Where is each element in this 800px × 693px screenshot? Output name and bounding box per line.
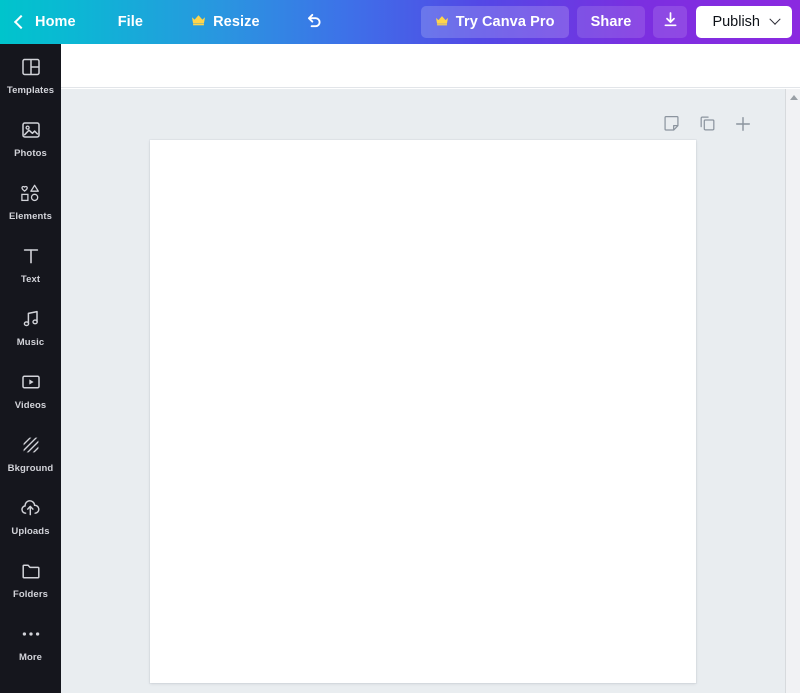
sidebar-item-label: Bkground xyxy=(7,463,54,475)
triangle-up-icon xyxy=(789,94,798,100)
uploads-icon xyxy=(19,496,42,520)
sidebar-item-label: Folders xyxy=(12,589,48,601)
home-button[interactable]: Home xyxy=(0,6,88,38)
header-right-group: Try Canva Pro Share Publish xyxy=(420,0,800,44)
plus-icon xyxy=(734,115,752,138)
chevron-left-icon xyxy=(13,14,29,30)
sidebar-item-photos[interactable]: Photos xyxy=(0,107,61,170)
chevron-down-icon xyxy=(769,13,781,25)
try-canva-pro-label: Try Canva Pro xyxy=(455,14,555,30)
add-note-button[interactable] xyxy=(658,113,684,139)
undo-icon xyxy=(304,10,324,35)
photos-icon xyxy=(20,118,42,142)
undo-button[interactable] xyxy=(296,6,332,38)
sidebar-item-videos[interactable]: Videos xyxy=(0,359,61,422)
file-menu-label: File xyxy=(117,14,144,30)
sidebar-item-text[interactable]: Text xyxy=(0,233,61,296)
sidebar-item-label: Text xyxy=(20,274,41,286)
add-page-button[interactable] xyxy=(730,113,756,139)
folders-icon xyxy=(20,559,42,583)
more-icon xyxy=(19,622,43,646)
try-canva-pro-button[interactable]: Try Canva Pro xyxy=(420,6,569,38)
workspace-scrollbar[interactable] xyxy=(785,89,800,693)
sidebar-item-label: Videos xyxy=(14,400,47,412)
publish-button[interactable]: Publish xyxy=(696,6,792,38)
sidebar-item-label: More xyxy=(18,652,43,664)
sidebar-item-label: Elements xyxy=(8,211,53,223)
text-icon xyxy=(20,244,42,268)
sidebar-item-music[interactable]: Music xyxy=(0,296,61,359)
left-sidebar: Templates Photos Elements Text Music Vid… xyxy=(0,44,61,693)
canva-editor-window: Home File Resize Try Canva Pro Share Pub… xyxy=(0,0,800,693)
resize-button-label: Resize xyxy=(213,14,260,30)
publish-button-label: Publish xyxy=(712,14,760,30)
videos-icon xyxy=(20,370,42,394)
resize-button[interactable]: Resize xyxy=(177,6,274,38)
sidebar-item-elements[interactable]: Elements xyxy=(0,170,61,233)
context-toolbar xyxy=(61,44,800,88)
duplicate-page-button[interactable] xyxy=(694,113,720,139)
music-icon xyxy=(20,307,42,331)
sidebar-item-label: Templates xyxy=(6,85,55,97)
background-icon xyxy=(20,433,42,457)
file-menu-button[interactable]: File xyxy=(104,6,157,38)
sidebar-item-more[interactable]: More xyxy=(0,611,61,674)
crown-icon xyxy=(435,14,449,30)
share-button-label: Share xyxy=(590,14,632,30)
top-header-bar: Home File Resize Try Canva Pro Share Pub… xyxy=(0,0,800,44)
download-icon xyxy=(661,10,680,34)
download-button[interactable] xyxy=(653,6,688,38)
sidebar-item-label: Uploads xyxy=(11,526,50,538)
sidebar-item-label: Music xyxy=(16,337,45,349)
sticky-note-icon xyxy=(663,115,680,137)
design-canvas-page[interactable] xyxy=(150,140,696,683)
elements-icon xyxy=(19,181,43,205)
sidebar-item-bkground[interactable]: Bkground xyxy=(0,422,61,485)
duplicate-icon xyxy=(699,115,716,137)
scrollbar-up-button[interactable] xyxy=(786,89,800,105)
share-button[interactable]: Share xyxy=(576,6,646,38)
sidebar-item-label: Photos xyxy=(14,148,47,160)
header-left-group: Home File Resize xyxy=(0,0,332,44)
page-tools-group xyxy=(61,113,783,139)
templates-icon xyxy=(20,55,42,79)
home-button-label: Home xyxy=(35,14,76,30)
sidebar-item-folders[interactable]: Folders xyxy=(0,548,61,611)
sidebar-item-templates[interactable]: Templates xyxy=(0,44,61,107)
editor-workspace xyxy=(61,89,800,693)
sidebar-item-uploads[interactable]: Uploads xyxy=(0,485,61,548)
crown-icon xyxy=(191,14,206,30)
